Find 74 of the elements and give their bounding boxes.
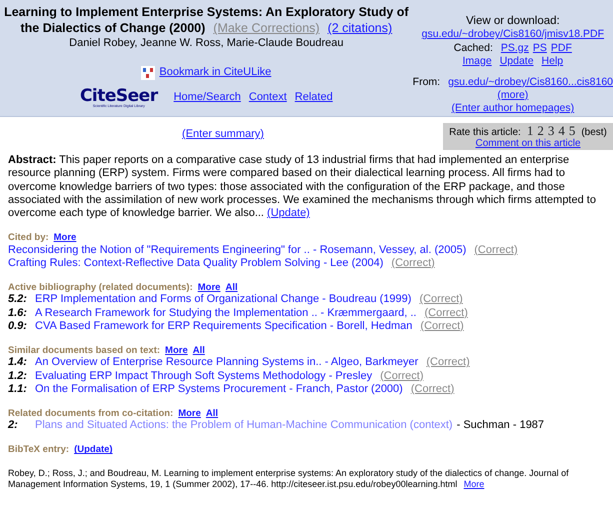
document-link[interactable]: Evaluating ERP Impact Through Soft Systems Methodology - Presley (35, 370, 372, 382)
document-link[interactable]: CVA Based Framework for ERP Requirements Specification - Borell, Hedman (35, 320, 412, 332)
section-heading: Cited by: (8, 232, 49, 244)
action-link[interactable]: Image (462, 54, 492, 67)
correct-link[interactable]: (Correct) (426, 356, 470, 368)
rating-option[interactable]: 1 (526, 124, 534, 138)
more-link[interactable]: More (464, 478, 484, 489)
document-author: - Suchman - 1987 (456, 419, 544, 432)
correct-link[interactable]: (Correct) (420, 320, 464, 332)
cached-label: Cached: (454, 42, 493, 54)
section-link[interactable]: All (206, 408, 218, 419)
section-link[interactable]: More (178, 408, 201, 419)
section-heading: BibTeX entry: (8, 444, 70, 456)
rating-option[interactable]: 5 (568, 124, 576, 138)
rating-option[interactable]: 2 (537, 124, 544, 138)
nav-link-item[interactable]: Home/Search (174, 91, 241, 105)
section-link[interactable]: More (165, 344, 188, 356)
from-label: From: (412, 76, 440, 88)
summary-link[interactable]: (Enter summary) (182, 128, 264, 140)
score-text: 5.2: (8, 293, 28, 307)
source-link[interactable]: gsu.edu/~drobey/Cis8160...cis8160 (448, 76, 613, 88)
section-link[interactable]: All (225, 282, 238, 293)
section-link[interactable]: All (192, 344, 205, 356)
action-link[interactable]: Update (500, 54, 534, 67)
action-link[interactable]: Help (542, 54, 564, 67)
paper-title: Learning to Implement Enterprise Systems: An Exploratory Study of (4, 5, 409, 19)
document-link[interactable]: Plans and Situated Actions: the Problem of Human-Machine Communication (context) (35, 419, 453, 432)
section-link[interactable]: More (54, 232, 76, 244)
cached-link[interactable]: PS.gz (500, 42, 529, 54)
correct-link[interactable]: (Correct) (419, 293, 463, 306)
section-heading: Similar documents based on text: (8, 344, 160, 356)
score-text: 2: (8, 419, 19, 432)
bookmark-link[interactable]: Bookmark in CiteULike (159, 66, 272, 80)
correct-link[interactable]: (Correct) (474, 244, 518, 256)
score-text: 1.6: (8, 306, 28, 320)
correct-link[interactable]: (Correct) (410, 382, 454, 395)
score-text: 1.2: (8, 370, 28, 383)
rating-option[interactable]: 4 (558, 124, 565, 138)
section-heading: Active bibliography (related documents): (8, 282, 193, 293)
document-link[interactable]: Reconsidering the Notion of "Requirements Engineering" for .. - Rosemann, Vessey, al. (2005) (8, 244, 466, 256)
document-link[interactable]: A Research Framework for Studying the Implementation .. - Kræmmergaard, .. (35, 306, 416, 319)
homepages-link[interactable]: (Enter author homepages) (452, 102, 574, 114)
section-link[interactable]: (Update) (74, 444, 113, 456)
cached-link[interactable]: PS (532, 42, 547, 54)
correct-link[interactable]: (Correct) (391, 256, 435, 269)
rating-label: Rate this article: (449, 127, 521, 138)
document-link[interactable]: ERP Implementation and Forms of Organizational Change - Boudreau (1999) (35, 293, 412, 306)
section-heading: Related documents from co-citation: (8, 408, 174, 419)
paper-title: the Dialectics of Change (2000) (20, 21, 206, 36)
rating-best: (best) (581, 127, 607, 138)
reference-text: Robey, D.; Ross, J.; and Boudreau, M. Learning to implement enterprise systems: An exploratory study of the dialectics of change. Journal of Management Information Systems, 19, 1 (Summer 2002), 17--46. http://citeseer.ist.psu.edu/robey00learning.html More (8, 468, 570, 490)
abstract-text: Abstract: This paper reports on a comparative case study of 13 industrial firms that had implemented an enterprise resource planning (ERP) system. Firms were compared based on their dialectical learning process. All firms had to overcome knowledge barriers of two types: those associated with the configuration of the ERP package, and those associated with the assimilation of new work processes. We examined the mechanisms through which firms attempted to overcome each type of knowledge barrier. We also... (Update) (8, 154, 597, 220)
nav-link-item[interactable]: Related (294, 91, 333, 105)
document-link[interactable]: An Overview of Enterprise Resource Planning Systems in.. - Algeo, Barkmeyer (35, 356, 418, 368)
document-link[interactable]: Crafting Rules: Context-Reflective Data Quality Problem Solving - Lee (2004) (8, 256, 384, 269)
logo-text: CiteSeer (80, 88, 158, 105)
section-link[interactable]: More (198, 282, 220, 293)
document-link[interactable]: On the Formalisation of ERP Systems Procurement - Franch, Pastor (2000) (35, 382, 403, 395)
update-link[interactable]: (Update) (267, 207, 310, 220)
correct-link[interactable]: (Correct) (380, 370, 424, 382)
rating-option[interactable]: 3 (548, 124, 554, 138)
cached-link[interactable]: PDF (550, 42, 572, 54)
download-link[interactable]: gsu.edu/~drobey/Cis8160/jmisv18.PDF (422, 28, 604, 40)
nav-link-item[interactable]: Context (248, 91, 287, 105)
paper-authors: Daniel Robey, Jeanne W. Ross, Marie-Claude Boudreau (68, 36, 344, 50)
score-text: 1.4: (8, 356, 28, 370)
score-text: 0.9: (8, 320, 28, 333)
bookmark-icon (141, 66, 156, 80)
correct-link[interactable]: (Correct) (424, 306, 468, 319)
more-link[interactable]: (more) (497, 88, 528, 101)
score-text: 1.1: (8, 382, 28, 396)
comment-link[interactable]: Comment on this article (475, 138, 581, 150)
download-heading: View or download: (464, 14, 561, 28)
citations-link[interactable]: (2 citations) (328, 21, 392, 36)
